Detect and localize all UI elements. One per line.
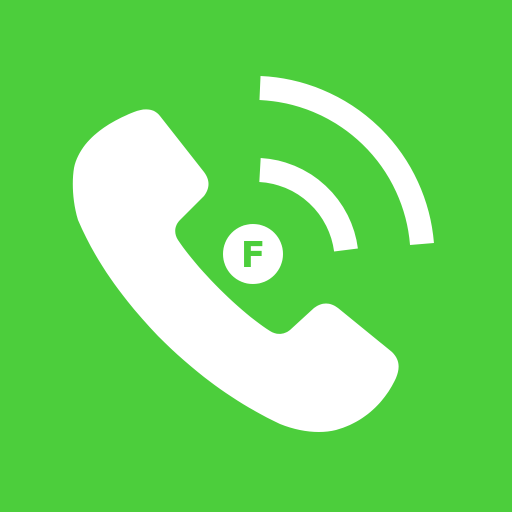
app-icon-artwork: F: [0, 0, 512, 512]
letter-badge: F: [223, 224, 283, 284]
phone-call-app-icon[interactable]: F: [0, 0, 512, 512]
badge-letter: F: [241, 235, 266, 276]
